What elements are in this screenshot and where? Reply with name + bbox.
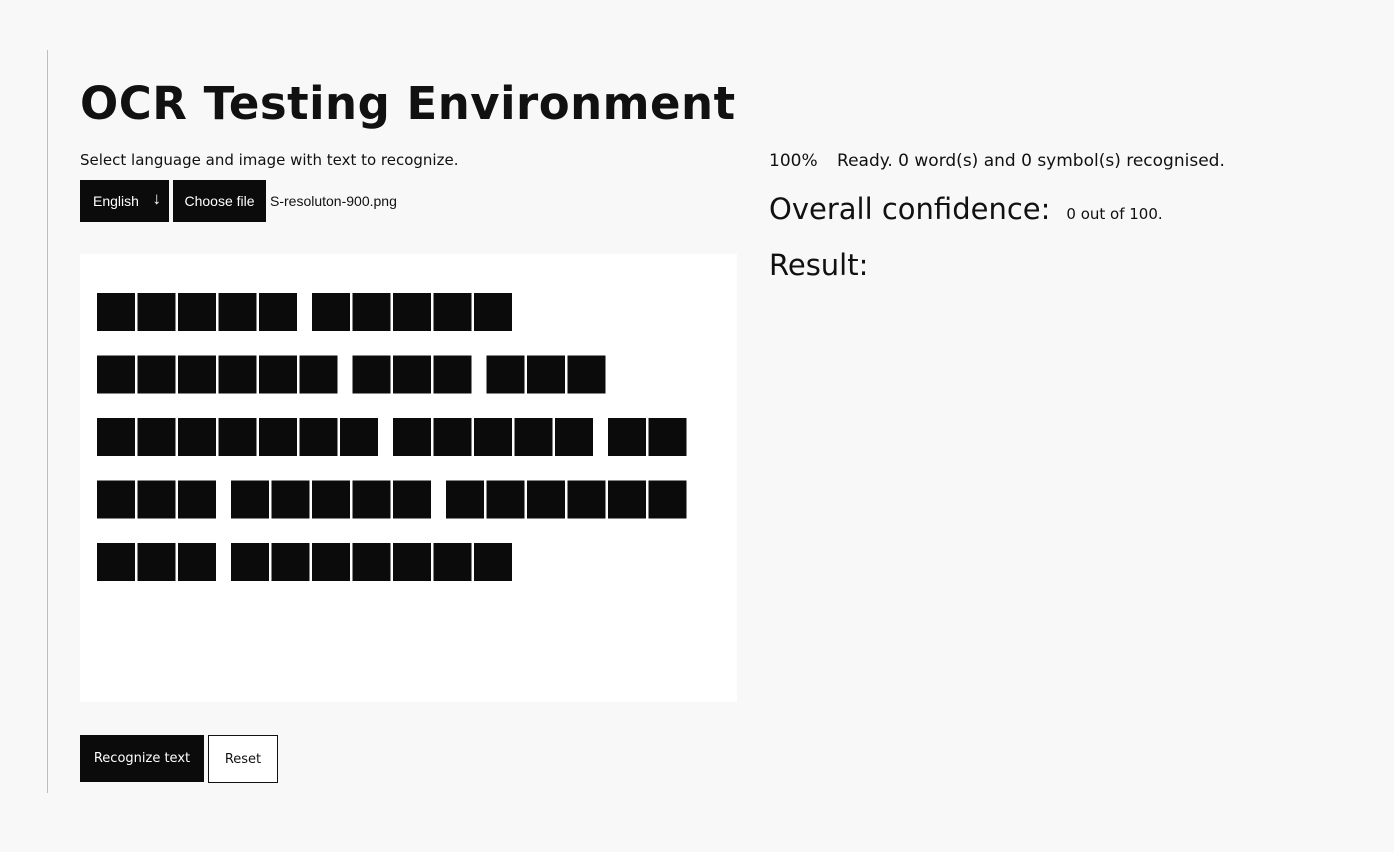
redacted-glyph-block	[648, 480, 687, 519]
page-title: OCR Testing Environment	[80, 77, 736, 130]
redacted-glyph-block	[137, 543, 176, 581]
instructions-text: Select language and image with text to r…	[80, 151, 459, 169]
redacted-glyph-block	[178, 480, 216, 519]
redacted-glyph-block	[352, 293, 391, 331]
redacted-glyph-block	[608, 480, 646, 519]
redacted-glyph-block	[97, 480, 135, 519]
redacted-glyph-block	[474, 543, 512, 581]
redacted-glyph-block	[393, 293, 431, 331]
image-preview	[80, 254, 737, 702]
redacted-glyph-block	[178, 355, 216, 394]
redacted-glyph-block	[259, 293, 297, 331]
redacted-glyph-block	[352, 543, 391, 581]
result-label: Result:	[769, 248, 869, 282]
redacted-glyph-block	[231, 480, 269, 519]
confidence-row: Overall confidence: 0 out of 100.	[769, 190, 1163, 228]
redacted-glyph-block	[433, 355, 472, 394]
redacted-glyph-block	[178, 543, 216, 581]
confidence-value: 0 out of 100.	[1066, 205, 1163, 223]
redacted-glyph-block	[393, 480, 431, 519]
redacted-glyph-block	[299, 418, 338, 456]
redacted-glyph-block	[393, 355, 431, 394]
redacted-glyph-block	[393, 543, 431, 581]
redacted-glyph-block	[648, 418, 687, 456]
redacted-glyph-block	[259, 418, 297, 456]
redacted-glyph-block	[137, 293, 176, 331]
redacted-glyph-block	[567, 355, 606, 394]
redacted-glyph-block	[137, 480, 176, 519]
redacted-glyph-block	[312, 480, 350, 519]
redacted-glyph-block	[178, 418, 216, 456]
redacted-glyph-block	[218, 293, 257, 331]
progress-percent: 100%	[769, 151, 818, 171]
redacted-glyph-block	[527, 355, 565, 394]
recognize-text-button[interactable]: Recognize text	[80, 735, 204, 782]
redacted-glyph-block	[433, 293, 472, 331]
redacted-glyph-block	[433, 418, 472, 456]
reset-button[interactable]: Reset	[208, 735, 278, 783]
redacted-glyph-block	[340, 418, 378, 456]
redacted-glyph-block	[231, 543, 269, 581]
status-line: 100% Ready. 0 word(s) and 0 symbol(s) re…	[769, 150, 1225, 172]
redacted-glyph-block	[271, 543, 310, 581]
redacted-glyph-block	[527, 480, 565, 519]
redacted-text-image	[97, 293, 687, 581]
redacted-glyph-block	[608, 418, 646, 456]
redacted-glyph-block	[352, 355, 391, 394]
selected-file-name: S-resoluton-900.png	[270, 193, 397, 209]
redacted-glyph-block	[137, 418, 176, 456]
redacted-glyph-block	[97, 293, 135, 331]
redacted-glyph-block	[567, 480, 606, 519]
redacted-glyph-block	[178, 293, 216, 331]
confidence-label: Overall confidence:	[769, 192, 1051, 226]
redacted-glyph-block	[97, 418, 135, 456]
choose-file-button[interactable]: Choose file	[173, 180, 266, 222]
redacted-glyph-block	[486, 480, 525, 519]
redacted-glyph-block	[259, 355, 297, 394]
arrow-down-icon: ↓	[152, 189, 162, 208]
redacted-glyph-block	[433, 543, 472, 581]
redacted-glyph-block	[312, 293, 350, 331]
redacted-glyph-block	[352, 480, 391, 519]
redacted-glyph-block	[514, 418, 553, 456]
redacted-glyph-block	[271, 480, 310, 519]
redacted-glyph-block	[137, 355, 176, 394]
language-select[interactable]: English ↓	[80, 180, 169, 222]
redacted-glyph-block	[446, 480, 484, 519]
input-controls: English ↓ Choose file S-resoluton-900.pn…	[80, 180, 397, 222]
redacted-glyph-block	[218, 355, 257, 394]
redacted-glyph-block	[299, 355, 338, 394]
redacted-glyph-block	[97, 355, 135, 394]
page-frame-line	[47, 50, 48, 793]
redacted-glyph-block	[555, 418, 593, 456]
language-select-value: English	[93, 193, 139, 209]
redacted-glyph-block	[486, 355, 525, 394]
redacted-glyph-block	[393, 418, 431, 456]
redacted-glyph-block	[312, 543, 350, 581]
redacted-glyph-block	[97, 543, 135, 581]
status-message: Ready. 0 word(s) and 0 symbol(s) recogni…	[837, 151, 1225, 171]
redacted-glyph-block	[474, 418, 512, 456]
redacted-glyph-block	[474, 293, 512, 331]
redacted-glyph-block	[218, 418, 257, 456]
